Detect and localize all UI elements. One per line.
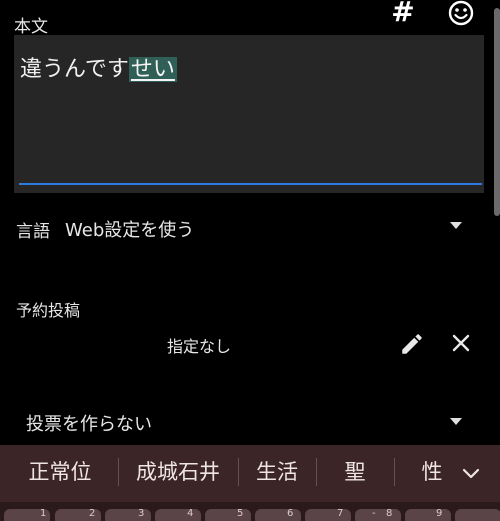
typed-text: 違うんです — [20, 57, 129, 82]
keyboard-key[interactable] — [205, 509, 251, 521]
input-focus-underline — [19, 183, 482, 185]
suggestion-item[interactable]: 正常位 — [16, 445, 104, 502]
poll-dropdown-arrow-icon[interactable] — [450, 418, 462, 425]
key-digit: 3 — [138, 508, 145, 519]
keyboard-key[interactable] — [355, 509, 401, 521]
keyboard-key[interactable] — [255, 509, 301, 521]
suggestion-divider — [316, 458, 317, 486]
scrollbar[interactable] — [494, 8, 500, 216]
key-digit: 7 — [337, 508, 344, 519]
hash-icon[interactable]: # — [389, 0, 417, 26]
key-digit: 5 — [237, 508, 244, 519]
composing-text: せい — [128, 57, 177, 82]
language-label: 言語 — [16, 222, 50, 242]
suggestion-divider — [394, 458, 395, 486]
emoji-icon[interactable] — [447, 0, 475, 27]
key-hint: - — [372, 508, 376, 519]
key-digit: 8 — [386, 508, 393, 519]
language-select[interactable]: Web設定を使う — [65, 216, 194, 242]
body-label: 本文 — [14, 17, 48, 37]
key-digit: 1 — [40, 508, 47, 519]
suggestion-divider — [118, 458, 119, 486]
body-text-input[interactable]: 違うんですせい — [14, 35, 484, 193]
key-digit: 2 — [89, 508, 96, 519]
suggestion-item[interactable]: 性 — [404, 445, 460, 502]
keyboard-suggestion-bar: 正常位 成城石井 生活 聖 性 — [0, 445, 500, 502]
keyboard-key[interactable] — [405, 509, 451, 521]
suggestion-item[interactable]: 生活 — [246, 445, 308, 502]
suggestion-divider — [238, 458, 239, 486]
suggestion-item[interactable]: 成城石井 — [128, 445, 228, 502]
key-digit: 6 — [287, 508, 294, 519]
body-text-content: 違うんですせい — [20, 51, 177, 83]
key-digit: 9 — [436, 508, 443, 519]
poll-select[interactable]: 投票を作らない — [26, 410, 152, 436]
close-icon[interactable] — [449, 331, 473, 355]
keyboard-key[interactable] — [155, 509, 201, 521]
keyboard-key[interactable] — [305, 509, 351, 521]
schedule-label: 予約投稿 — [16, 301, 81, 320]
key-digit: 4 — [187, 508, 194, 519]
pencil-icon[interactable] — [399, 331, 425, 357]
keyboard-key-row: 1 2 3 4 5 6 7 - 8 9 — [0, 502, 500, 521]
language-dropdown-arrow-icon[interactable] — [450, 222, 462, 229]
keyboard-key[interactable] — [455, 509, 500, 521]
suggestion-item[interactable]: 聖 — [326, 445, 384, 502]
chevron-down-icon[interactable] — [461, 463, 481, 483]
schedule-value[interactable]: 指定なし — [167, 333, 231, 357]
